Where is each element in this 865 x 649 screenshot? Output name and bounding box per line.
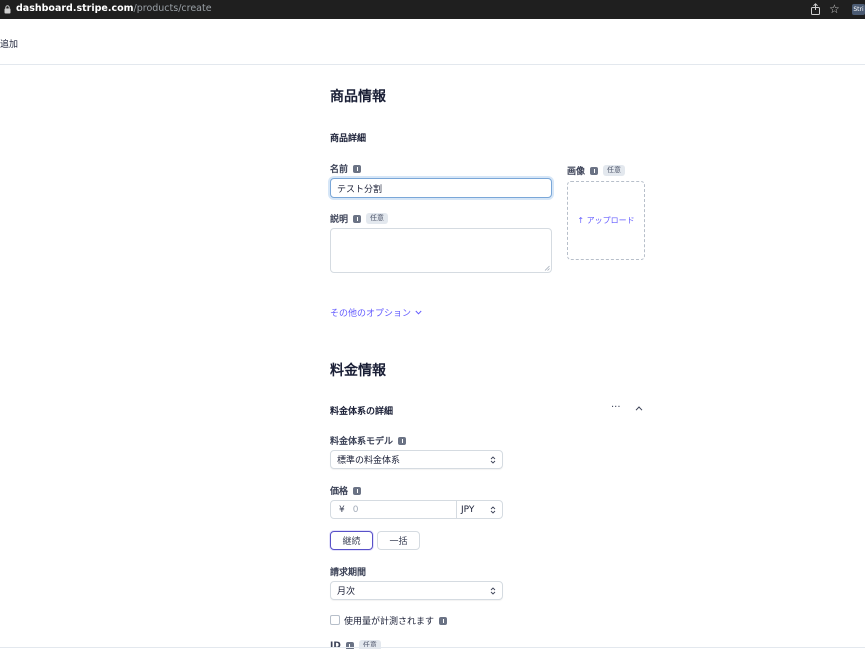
metered-usage-label-text: 使用量が計測されます — [344, 617, 435, 627]
currency-select[interactable]: JPY — [457, 501, 502, 518]
currency-symbol: ¥ — [339, 504, 345, 515]
optional-badge: 任意 — [366, 213, 389, 224]
name-label: 名前 — [330, 162, 362, 175]
price-label: 価格 — [330, 484, 362, 497]
more-options-link[interactable]: その他のオプション — [330, 306, 422, 319]
info-icon[interactable] — [353, 164, 362, 173]
browser-toolbar: dashboard.stripe.com/products/create ☆ S… — [0, 0, 865, 19]
pricing-model-label: 料金体系モデル — [330, 434, 407, 447]
optional-badge: 任意 — [603, 165, 626, 176]
pricing-details-heading: 料金体系の詳細 — [330, 407, 394, 417]
recurring-button[interactable]: 継続 — [330, 531, 373, 550]
lock-icon — [4, 5, 11, 14]
upload-label: ↑ アップロード — [577, 216, 635, 225]
more-options-text: その他のオプション — [330, 309, 412, 319]
select-arrows-icon — [490, 455, 496, 464]
chevron-down-icon — [415, 310, 422, 315]
pricing-model-select[interactable]: 標準の料金体系 — [330, 450, 503, 469]
pricing-model-value: 標準の料金体系 — [337, 456, 401, 466]
bookmark-star-icon[interactable]: ☆ — [829, 2, 840, 16]
description-label-text: 説明 — [330, 215, 349, 225]
info-icon[interactable] — [590, 166, 599, 175]
price-placeholder: 0 — [352, 504, 359, 515]
resize-handle-icon[interactable] — [544, 265, 550, 271]
billing-period-value: 月次 — [337, 587, 356, 597]
product-info-heading: 商品情報 — [330, 89, 386, 105]
product-details-heading: 商品詳細 — [330, 134, 367, 144]
extension-icon[interactable]: Stri — [852, 4, 865, 15]
more-options-icon[interactable]: ··· — [611, 402, 621, 413]
address-bar[interactable]: dashboard.stripe.com/products/create — [16, 3, 212, 14]
price-amount-input[interactable]: ¥ 0 — [331, 501, 457, 518]
billing-period-label-text: 請求期間 — [330, 568, 367, 578]
name-label-text: 名前 — [330, 165, 349, 175]
image-label: 画像 任意 — [567, 164, 626, 177]
info-icon[interactable] — [398, 436, 407, 445]
chevron-up-icon[interactable] — [635, 406, 643, 411]
one-time-button[interactable]: 一括 — [377, 531, 420, 550]
url-domain: dashboard.stripe.com — [16, 3, 134, 14]
bottom-divider — [0, 647, 865, 648]
select-arrows-icon — [490, 586, 496, 595]
metered-usage-label: 使用量が計測されます — [344, 614, 448, 627]
image-upload-button[interactable]: ↑ アップロード — [567, 181, 645, 260]
page-header: 追加 — [0, 19, 865, 65]
price-label-text: 価格 — [330, 487, 349, 497]
pricing-model-label-text: 料金体系モデル — [330, 437, 394, 447]
description-textarea[interactable] — [330, 228, 552, 273]
url-path: /products/create — [133, 3, 212, 14]
page-title: 追加 — [0, 40, 19, 50]
name-input-value: テスト分割 — [337, 184, 383, 195]
info-icon[interactable] — [353, 214, 362, 223]
info-icon[interactable] — [353, 486, 362, 495]
share-icon[interactable] — [810, 3, 821, 15]
metered-usage-checkbox[interactable] — [330, 615, 340, 625]
billing-period-select[interactable]: 月次 — [330, 581, 503, 600]
billing-period-label: 請求期間 — [330, 565, 366, 578]
select-arrows-icon — [490, 505, 496, 514]
name-input[interactable]: テスト分割 — [330, 178, 552, 198]
description-label: 説明 任意 — [330, 212, 389, 225]
price-field: ¥ 0 JPY — [330, 500, 503, 519]
currency-value: JPY — [461, 504, 475, 515]
info-icon[interactable] — [439, 616, 448, 625]
image-label-text: 画像 — [567, 167, 586, 177]
pricing-info-heading: 料金情報 — [330, 363, 386, 379]
